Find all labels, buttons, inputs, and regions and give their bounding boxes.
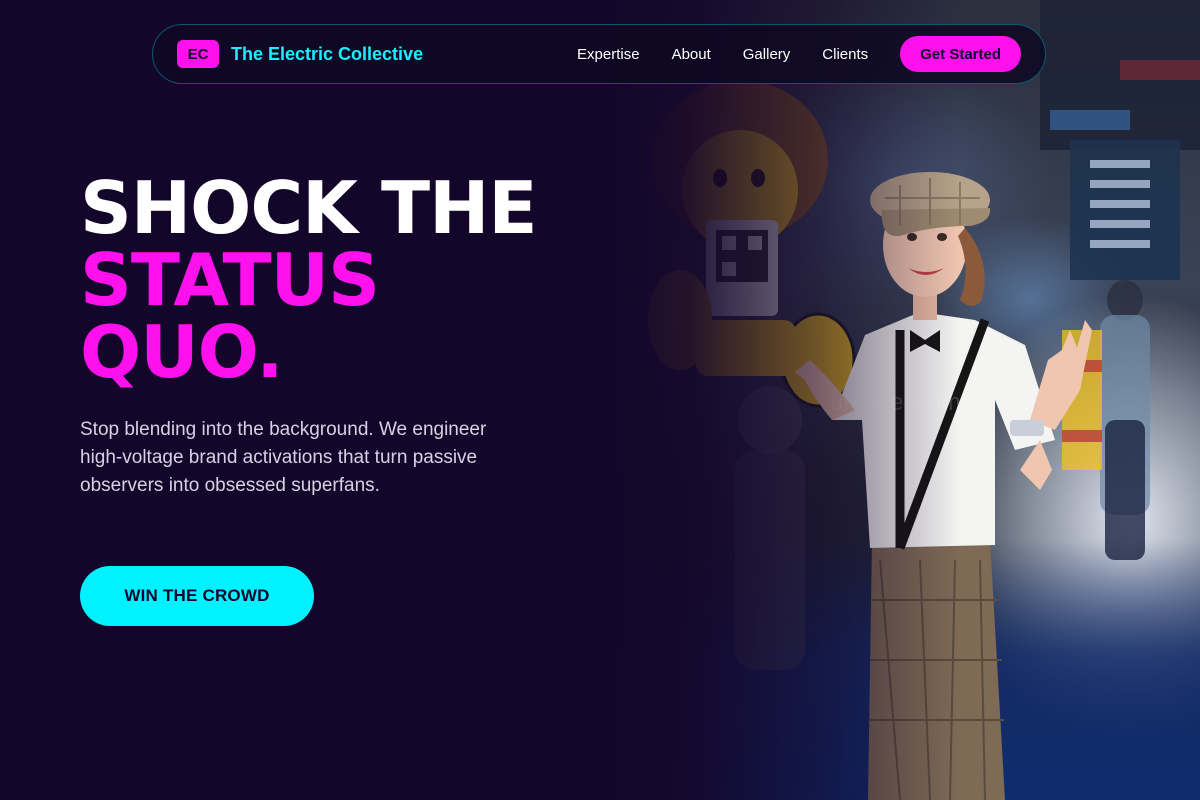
logo-badge[interactable]: EC <box>177 40 219 68</box>
headline-line-1: SHOCK THE <box>80 166 538 250</box>
hero-section: SHOCK THE STATUS QUO. Stop blending into… <box>80 172 600 500</box>
get-started-button[interactable]: Get Started <box>900 36 1021 72</box>
hero-photo: unmeel.com <box>600 0 1200 800</box>
top-navbar: EC The Electric Collective Expertise Abo… <box>152 24 1046 84</box>
photo-fade-overlay <box>600 0 960 800</box>
hero-headline: SHOCK THE STATUS QUO. <box>80 172 600 388</box>
nav-link-clients[interactable]: Clients <box>822 46 868 63</box>
hero-lead-text: Stop blending into the background. We en… <box>80 419 487 496</box>
nav-links: Expertise About Gallery Clients Get Star… <box>577 36 1021 72</box>
headline-line-2: STATUS <box>80 238 380 322</box>
headline-line-3: QUO. <box>80 310 284 394</box>
nav-link-gallery[interactable]: Gallery <box>743 46 791 63</box>
brand-name[interactable]: The Electric Collective <box>231 44 423 65</box>
nav-link-about[interactable]: About <box>672 46 711 63</box>
win-the-crowd-button[interactable]: WIN THE CROWD <box>80 566 314 626</box>
nav-link-expertise[interactable]: Expertise <box>577 46 640 63</box>
